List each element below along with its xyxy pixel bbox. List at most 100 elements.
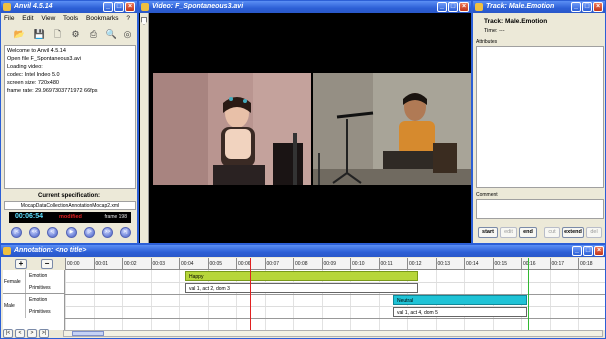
track-labels: Female Emotion Primitives Male Emotion P… <box>3 270 65 330</box>
play-button[interactable]: ▶ <box>66 227 77 238</box>
binoculars-icon[interactable]: 🔍 <box>105 28 118 41</box>
annotation-window: Annotation: <no title> _ □ × + − 00:00 00… <box>0 244 606 339</box>
annotation-bottom-bar: |< < > >| <box>3 329 605 339</box>
menu-file[interactable]: File <box>4 15 14 22</box>
zoom-out-button[interactable]: − <box>41 259 53 269</box>
frame-number: frame 198 <box>104 214 127 220</box>
minimize-button[interactable]: _ <box>437 2 447 12</box>
track-window-title: Track: Male.Emotion <box>486 3 555 10</box>
annotation-window-titlebar[interactable]: Annotation: <no title> _ □ × <box>1 245 605 257</box>
annotation-window-title: Annotation: <no title> <box>14 247 87 254</box>
track-label-male-emotion[interactable]: Emotion <box>29 297 47 303</box>
menu-bar: File Edit View Tools Bookmarks ? <box>4 15 136 22</box>
time-tick-label: 00:06 <box>236 258 251 270</box>
close-button[interactable]: × <box>459 2 469 12</box>
maximize-button[interactable]: □ <box>582 2 592 12</box>
close-button[interactable]: × <box>125 2 135 12</box>
video-frame-left[interactable] <box>153 73 311 185</box>
group-label-female: Female <box>4 279 21 285</box>
rewind-button[interactable]: << <box>29 227 40 238</box>
time-tick-label: 00:18 <box>578 258 593 270</box>
save-icon[interactable]: 💾 <box>33 28 46 41</box>
nav-prev-button[interactable]: < <box>15 329 25 338</box>
attributes-panel[interactable] <box>476 46 604 188</box>
time-tick-label: 00:00 <box>65 258 80 270</box>
go-start-button[interactable]: |< <box>11 227 22 238</box>
grid-line <box>65 270 66 330</box>
track-name: Track: Male.Emotion <box>484 18 548 25</box>
end-button[interactable]: end <box>519 227 537 238</box>
menu-tools[interactable]: Tools <box>63 15 78 22</box>
print-icon[interactable]: ⎙ <box>87 28 100 41</box>
time-tick-label: 00:13 <box>435 258 450 270</box>
playhead[interactable] <box>250 258 251 330</box>
time-tick-label: 00:08 <box>293 258 308 270</box>
slider-handle[interactable] <box>141 17 147 25</box>
grid-line <box>179 270 180 330</box>
log-line: Loading video: <box>7 64 43 70</box>
zoom-in-button[interactable]: + <box>15 259 27 269</box>
track-label-female-primitives[interactable]: Primitives <box>29 285 51 291</box>
nav-first-button[interactable]: |< <box>3 329 13 338</box>
male-primitives-segment[interactable]: val 1, act 4, dom 5 <box>393 307 527 317</box>
time-tick-label: 00:10 <box>350 258 365 270</box>
marker-line[interactable] <box>528 258 529 330</box>
close-button[interactable]: × <box>594 246 604 256</box>
nav-next-button[interactable]: > <box>27 329 37 338</box>
female-primitives-segment[interactable]: val 1, act 2, dom 3 <box>185 283 418 293</box>
grid-line <box>122 270 123 330</box>
time-tick-label: 00:15 <box>492 258 507 270</box>
track-window-titlebar[interactable]: Track: Male.Emotion _ □ × <box>473 1 605 13</box>
horizontal-scrollbar[interactable] <box>63 330 603 337</box>
maximize-button[interactable]: □ <box>583 246 593 256</box>
start-button[interactable]: start <box>478 227 498 238</box>
maximize-button[interactable]: □ <box>114 2 124 12</box>
scrollbar-thumb[interactable] <box>72 331 104 336</box>
menu-edit[interactable]: Edit <box>22 15 33 22</box>
open-folder-icon[interactable]: 📂 <box>13 28 26 41</box>
close-button[interactable]: × <box>593 2 603 12</box>
female-emotion-segment[interactable]: Happy <box>185 271 418 281</box>
menu-bookmarks[interactable]: Bookmarks <box>86 15 119 22</box>
maximize-button[interactable]: □ <box>448 2 458 12</box>
main-window-titlebar[interactable]: Anvil 4.5.14 _ □ × <box>1 1 137 13</box>
app-icon <box>3 3 11 11</box>
timecode: 00:06:54 <box>15 213 44 220</box>
log-line: screen size: 720x480 <box>7 80 59 86</box>
app-icon <box>475 3 483 11</box>
attributes-label: Attributes <box>476 39 498 45</box>
video-scroll-strip[interactable] <box>140 13 149 243</box>
step-back-button[interactable]: <| <box>47 227 58 238</box>
edit-button[interactable]: edit <box>500 227 517 238</box>
step-forward-button[interactable]: |> <box>84 227 95 238</box>
time-tick-label: 00:04 <box>179 258 194 270</box>
new-document-icon[interactable]: 🗋 <box>51 28 64 41</box>
comment-field[interactable] <box>476 199 604 219</box>
timeline[interactable]: 00:00 00:01 00:02 00:03 00:04 00:05 00:06 00:07… <box>65 258 605 330</box>
video-frame-right[interactable] <box>313 73 471 185</box>
app-icon <box>141 3 149 11</box>
video-window-titlebar[interactable]: Video: F_Spontaneous3.avi _ □ × <box>139 1 471 13</box>
go-end-button[interactable]: >| <box>120 227 131 238</box>
male-emotion-segment[interactable]: Neutral <box>393 295 527 305</box>
menu-view[interactable]: View <box>41 15 55 22</box>
extend-button[interactable]: extend <box>562 227 584 238</box>
time-tick-label: 00:12 <box>407 258 422 270</box>
minimize-button[interactable]: _ <box>572 246 582 256</box>
fast-forward-button[interactable]: >> <box>102 227 113 238</box>
disc-icon[interactable]: ◎ <box>121 28 134 41</box>
row-divider <box>65 318 605 319</box>
minimize-button[interactable]: _ <box>103 2 113 12</box>
modified-status: modified <box>59 214 82 220</box>
nav-last-button[interactable]: >| <box>39 329 49 338</box>
comment-label: Comment <box>476 192 498 198</box>
grid-line <box>150 270 152 330</box>
delete-button[interactable]: del <box>586 227 602 238</box>
minimize-button[interactable]: _ <box>571 2 581 12</box>
menu-help[interactable]: ? <box>126 15 130 22</box>
cut-button[interactable]: cut <box>544 227 560 238</box>
settings-icon[interactable]: ⚙ <box>69 28 82 41</box>
track-label-female-emotion[interactable]: Emotion <box>29 273 47 279</box>
time-tick-label: 00:07 <box>264 258 279 270</box>
track-label-male-primitives[interactable]: Primitives <box>29 309 51 315</box>
